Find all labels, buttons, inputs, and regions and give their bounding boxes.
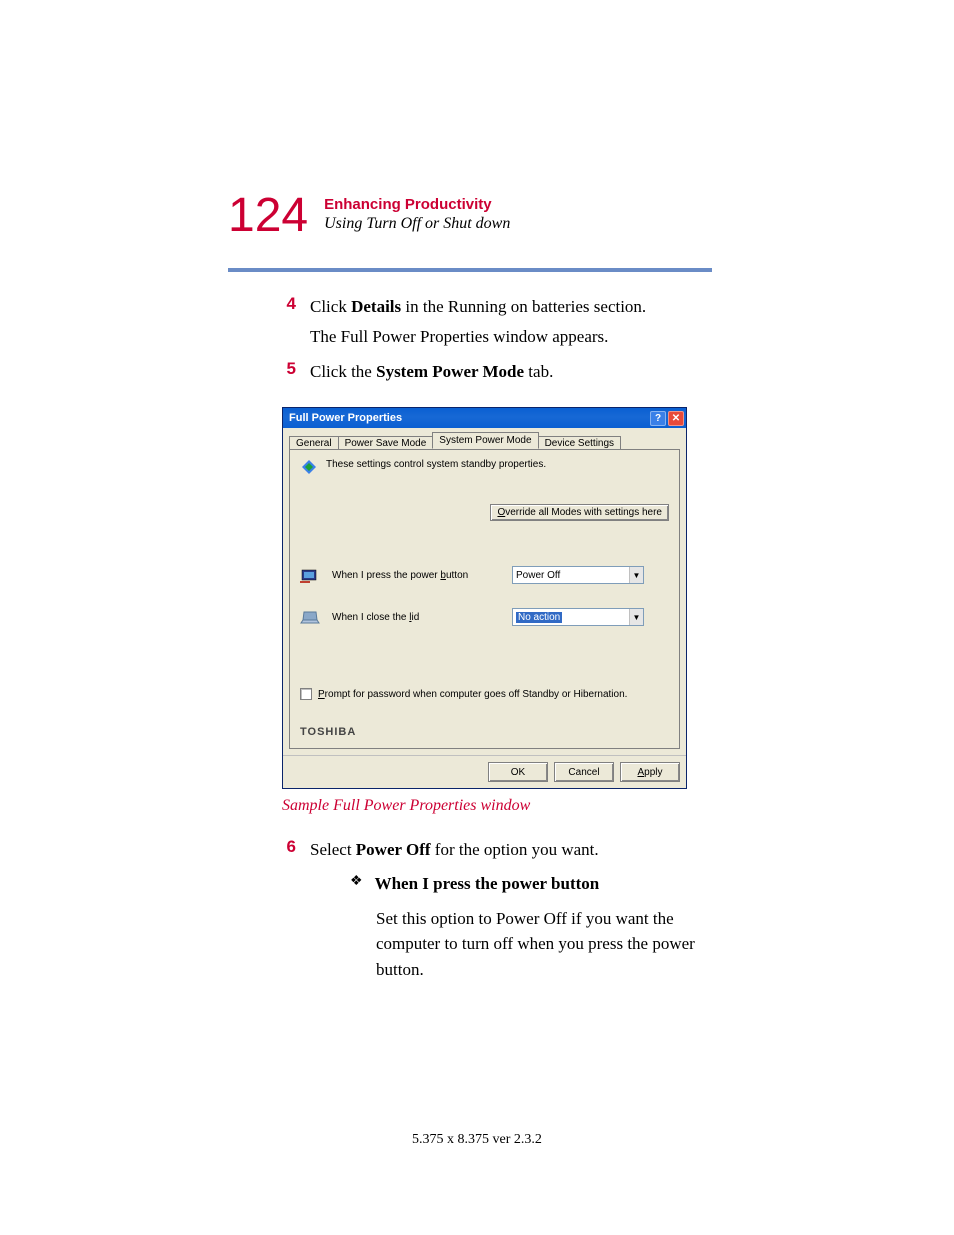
tabs-row: General Power Save Mode System Power Mod… — [283, 428, 686, 449]
pb-a: When I press the power — [332, 570, 440, 581]
power-button-value: Power Off — [516, 570, 560, 581]
full-power-properties-dialog: Full Power Properties ? ✕ General Power … — [282, 407, 687, 789]
chk-text: rompt for password when computer goes of… — [325, 689, 628, 700]
lid-a: When I close the — [332, 612, 409, 623]
step-4-bold: Details — [351, 297, 401, 316]
diamond-bullet-icon: ❖ — [350, 871, 363, 893]
cancel-button[interactable]: Cancel — [554, 762, 614, 782]
help-button[interactable]: ? — [650, 411, 666, 426]
tab-panel: These settings control system standby pr… — [289, 449, 680, 749]
dialog-footer: OK Cancel Apply — [283, 755, 686, 788]
power-button-icon — [300, 566, 322, 584]
step-6-text-a: Select — [310, 840, 356, 859]
dialog-title: Full Power Properties — [289, 412, 402, 424]
password-prompt-row: Prompt for password when computer goes o… — [300, 688, 669, 700]
step-6: 6 Select Power Off for the option you wa… — [282, 837, 728, 982]
chk-hotkey: P — [318, 689, 325, 700]
close-button[interactable]: ✕ — [668, 411, 684, 426]
bullet-item: ❖ When I press the power button — [350, 871, 728, 897]
step-6-text-c: for the option you want. — [431, 840, 599, 859]
tab-device-settings[interactable]: Device Settings — [538, 436, 621, 450]
chapter-title: Enhancing Productivity — [324, 196, 510, 213]
apply-text: pply — [644, 767, 662, 778]
page-footer: 5.375 x 8.375 ver 2.3.2 — [0, 1132, 954, 1148]
header-divider — [228, 268, 712, 272]
tab-power-save-mode[interactable]: Power Save Mode — [338, 436, 434, 450]
bullet-title: When I press the power button — [375, 874, 600, 893]
figure-caption: Sample Full Power Properties window — [282, 797, 728, 815]
lid-c: id — [412, 612, 420, 623]
step-4: 4 Click Details in the Running on batter… — [282, 294, 728, 355]
pb-c: utton — [446, 570, 468, 581]
step-5-text-c: tab. — [524, 362, 553, 381]
step-number: 5 — [282, 359, 296, 379]
chevron-down-icon: ▼ — [629, 567, 643, 583]
section-subtitle: Using Turn Off or Shut down — [324, 215, 510, 233]
brand-label: TOSHIBA — [300, 726, 356, 738]
close-lid-setting-row: When I close the lid No action ▼ — [300, 608, 669, 626]
password-prompt-label: Prompt for password when computer goes o… — [318, 689, 627, 700]
step-4-text-c: in the Running on batteries section. — [401, 297, 646, 316]
override-all-modes-button[interactable]: Override all Modes with settings here — [490, 504, 669, 521]
step-4-text-a: Click — [310, 297, 351, 316]
step-number: 6 — [282, 837, 296, 857]
bullet-paragraph: Set this option to Power Off if you want… — [376, 906, 728, 983]
settings-icon — [300, 458, 318, 476]
power-button-label: When I press the power button — [332, 570, 502, 581]
step-5-bold: System Power Mode — [376, 362, 524, 381]
page-number: 124 — [228, 192, 308, 240]
chevron-down-icon: ▼ — [629, 609, 643, 625]
apply-button[interactable]: Apply — [620, 762, 680, 782]
power-button-dropdown[interactable]: Power Off ▼ — [512, 566, 644, 584]
close-lid-dropdown[interactable]: No action ▼ — [512, 608, 644, 626]
password-prompt-checkbox[interactable] — [300, 688, 312, 700]
step-6-bold: Power Off — [356, 840, 431, 859]
panel-description: These settings control system standby pr… — [326, 458, 546, 470]
laptop-lid-icon — [300, 608, 322, 626]
override-text: verride all Modes with settings here — [505, 507, 662, 518]
step-5: 5 Click the System Power Mode tab. — [282, 359, 728, 389]
dialog-titlebar: Full Power Properties ? ✕ — [283, 408, 686, 428]
close-lid-label: When I close the lid — [332, 612, 502, 623]
step-5-text-a: Click the — [310, 362, 376, 381]
step-number: 4 — [282, 294, 296, 314]
tab-general[interactable]: General — [289, 436, 339, 450]
help-icon: ? — [655, 413, 661, 424]
step-4-line2: The Full Power Properties window appears… — [310, 324, 646, 350]
close-lid-value: No action — [516, 612, 562, 623]
ok-button[interactable]: OK — [488, 762, 548, 782]
power-button-setting-row: When I press the power button Power Off … — [300, 566, 669, 584]
tab-system-power-mode[interactable]: System Power Mode — [432, 432, 538, 449]
close-icon: ✕ — [672, 413, 680, 424]
